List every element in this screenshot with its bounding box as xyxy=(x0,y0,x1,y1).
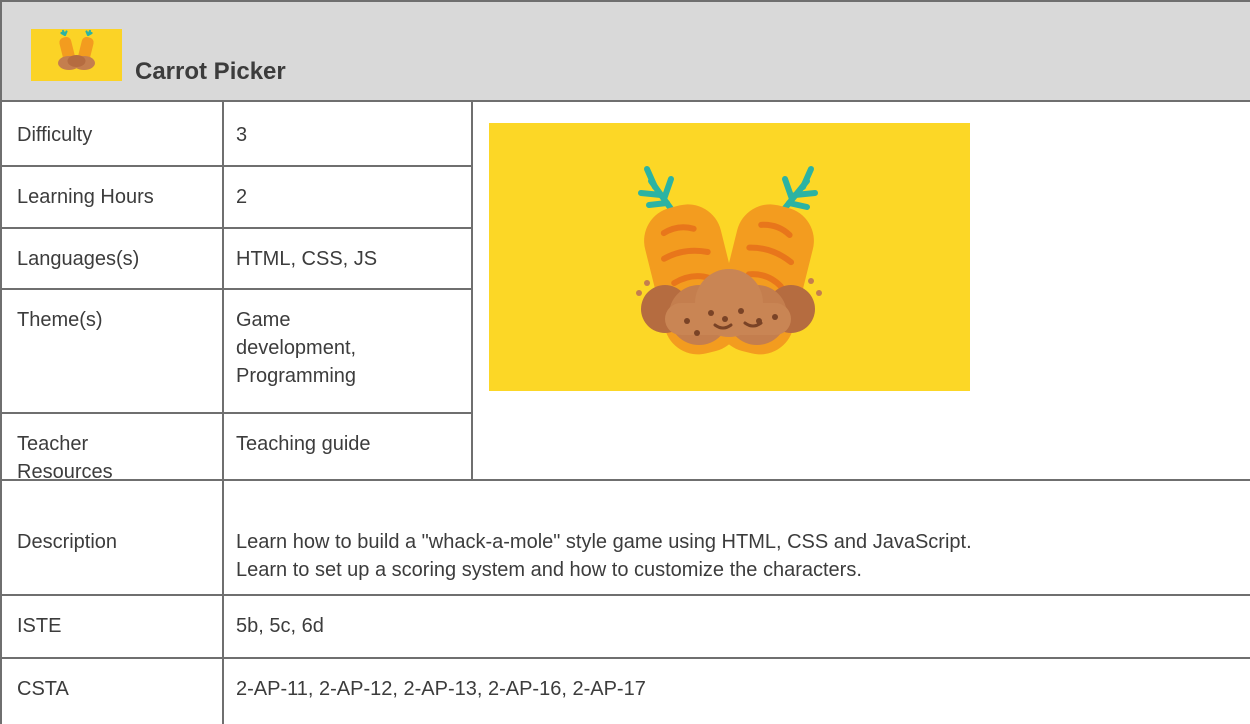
difficulty-label: Difficulty xyxy=(17,124,93,146)
difficulty-value: 3 xyxy=(236,124,248,146)
row-divider xyxy=(0,165,473,167)
learning-hours-value: 2 xyxy=(236,186,248,208)
csta-label: CSTA xyxy=(17,678,69,700)
table-border-left xyxy=(0,0,2,724)
themes-value-line1: Game xyxy=(236,309,291,331)
row-divider xyxy=(0,657,1250,659)
description-label: Description xyxy=(17,531,118,553)
description-value-line2: Learn to set up a scoring system and how… xyxy=(236,559,862,581)
csta-value: 2-AP-11, 2-AP-12, 2-AP-13, 2-AP-16, 2-AP… xyxy=(236,678,646,700)
row-divider xyxy=(0,412,473,414)
learning-hours-label: Learning Hours xyxy=(17,186,154,208)
themes-label: Theme(s) xyxy=(17,309,103,331)
row-divider xyxy=(0,227,473,229)
row-divider xyxy=(0,288,473,290)
carrots-illustration xyxy=(489,123,970,391)
themes-value-line3: Programming xyxy=(236,365,357,387)
description-value-line1: Learn how to build a "whack-a-mole" styl… xyxy=(236,531,972,553)
iste-label: ISTE xyxy=(17,615,62,637)
lesson-header: Carrot Picker xyxy=(0,0,1250,100)
teacher-resources-label-line2: Resources xyxy=(17,461,113,483)
themes-value-line2: development, xyxy=(236,337,357,359)
row-divider xyxy=(0,594,1250,596)
teaching-guide-link[interactable]: Teaching guide xyxy=(236,430,371,458)
teacher-resources-label-line1: Teacher xyxy=(17,433,89,455)
table-border-top-body xyxy=(0,100,1250,102)
languages-value: HTML, CSS, JS xyxy=(236,248,378,270)
row-divider xyxy=(0,479,1250,481)
page-title: Carrot Picker xyxy=(135,58,286,85)
languages-label: Languages(s) xyxy=(17,248,140,270)
iste-value: 5b, 5c, 6d xyxy=(236,615,324,637)
column-divider-2 xyxy=(471,100,473,480)
carrots-thumbnail-icon xyxy=(31,29,122,81)
